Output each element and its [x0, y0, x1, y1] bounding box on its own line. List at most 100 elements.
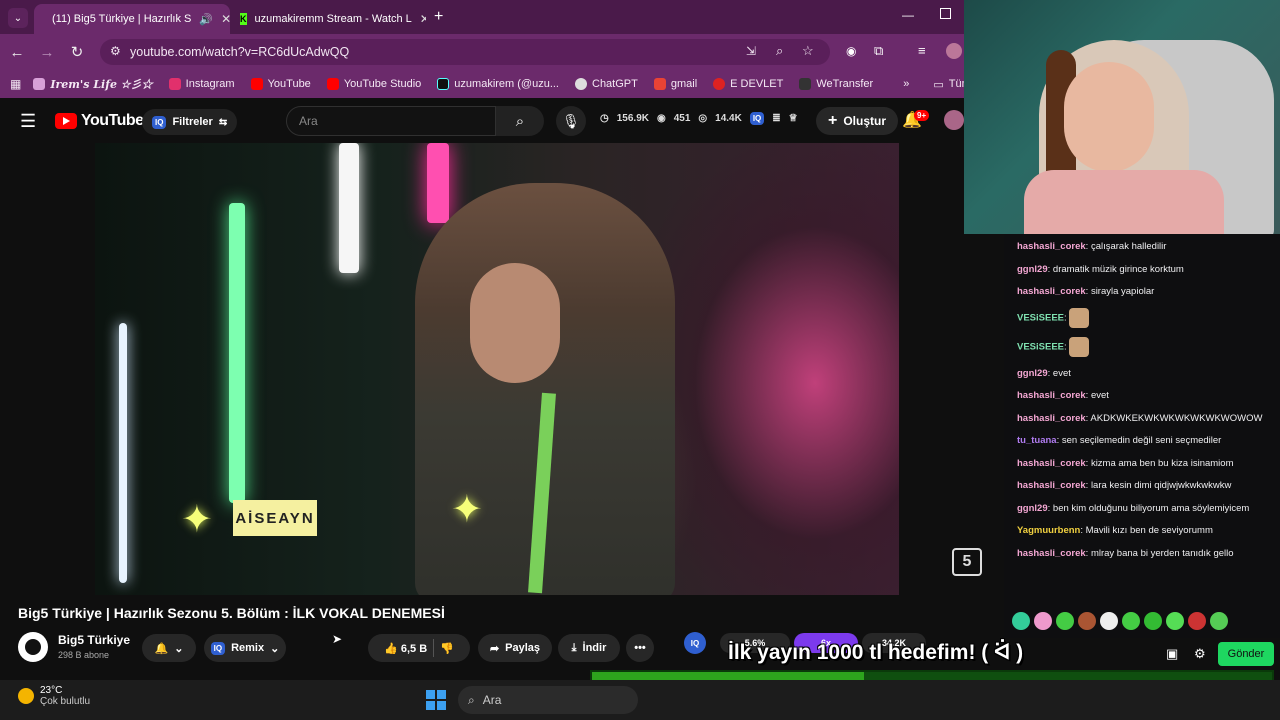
kick-icon: K	[240, 13, 247, 25]
bookmark-star-icon[interactable]: ☆	[802, 43, 814, 59]
channel-name[interactable]: Big5 Türkiye	[58, 633, 130, 647]
bookmark-instagram[interactable]: Instagram	[168, 78, 235, 90]
forward-icon[interactable]: →	[34, 44, 60, 61]
zoom-icon[interactable]: ⌕	[776, 43, 783, 59]
bookmark-wetransfer[interactable]: WeTransfer	[799, 78, 873, 90]
account-avatar[interactable]	[944, 110, 964, 130]
emote-icon[interactable]	[1166, 612, 1184, 630]
chat-message: VESiSEEE:	[1017, 337, 1272, 357]
more-bookmarks-icon[interactable]: »	[903, 78, 909, 90]
url-text: youtube.com/watch?v=RC6dUcAdwQQ	[130, 45, 350, 59]
tab-youtube[interactable]: (11) Big5 Türkiye | Hazırlık S 🔊 ✕	[34, 4, 230, 34]
trophy-icon[interactable]: ♕	[789, 113, 798, 124]
chat-username[interactable]: hashasli_corek	[1017, 241, 1086, 252]
video-stats: ◷ 156.9K ◉ 451 ◎ 14.4K IQ ≣ ♕	[600, 112, 798, 125]
filters-button[interactable]: IQ Filtreler ⇆	[142, 109, 238, 135]
reload-icon[interactable]: ↻	[64, 43, 90, 61]
bookmark-youtube-studio[interactable]: YouTube Studio	[326, 78, 421, 90]
bell-icon: 🔔	[154, 642, 169, 655]
profile-avatar[interactable]	[946, 43, 962, 59]
emote-icon[interactable]	[1056, 612, 1074, 630]
chat-username[interactable]: ggnl29	[1017, 503, 1048, 514]
bookmark-youtube[interactable]: YouTube	[250, 78, 311, 90]
emote-icon[interactable]	[1078, 612, 1096, 630]
channel-avatar[interactable]	[18, 632, 48, 662]
chat-username[interactable]: hashasli_corek	[1017, 286, 1086, 297]
bookmark-irems-life[interactable]: Irem's Life ☆彡☆	[33, 76, 153, 92]
youtube-logo[interactable]: YouTube TR	[55, 112, 156, 130]
chat-text: dramatik müzik girince korktum	[1052, 263, 1184, 275]
taskbar-search[interactable]: ⌕ Ara	[458, 686, 638, 714]
apps-icon[interactable]: ▦	[10, 77, 21, 91]
chat-username[interactable]: tu_tuana	[1017, 435, 1057, 446]
back-icon[interactable]: ←	[4, 44, 30, 61]
chat-username[interactable]: VESiSEEE	[1017, 312, 1064, 323]
send-button[interactable]: Gönder	[1218, 642, 1274, 666]
emote-icon[interactable]	[1034, 612, 1052, 630]
media-icon[interactable]: ≡	[918, 43, 926, 58]
dislike-icon[interactable]: 👎	[440, 642, 454, 655]
list-icon[interactable]: ≣	[772, 113, 780, 124]
tab-search-button[interactable]: ⌄	[8, 8, 28, 28]
more-actions-button[interactable]: •••	[626, 634, 654, 662]
chat-message: Yagmuurbenn: Mavili kızı ben de seviyoru…	[1017, 524, 1272, 537]
chat-panel: hashasli_corek: çalışarak halledilir ggnl…	[1004, 234, 1280, 638]
minimize-button[interactable]: —	[902, 8, 914, 22]
neon-light	[229, 203, 245, 503]
emote-icon[interactable]	[1012, 612, 1030, 630]
camera-icon[interactable]: ◉	[846, 44, 856, 58]
chat-username[interactable]: VESiSEEE	[1017, 342, 1064, 353]
bookmark-edevlet[interactable]: E DEVLET	[713, 78, 783, 90]
emote-icon[interactable]	[1122, 612, 1140, 630]
url-field[interactable]: ⚙ youtube.com/watch?v=RC6dUcAdwQQ ⇲ ⌕ ☆	[100, 39, 830, 65]
name-tag: AİSEAYN	[233, 500, 317, 536]
settings-icon[interactable]: ⚙	[1194, 646, 1206, 662]
download-button[interactable]: ⤓ İndir	[558, 634, 620, 662]
remix-button[interactable]: IQ Remix ⌄	[204, 634, 286, 662]
chat-username[interactable]: Yagmuurbenn	[1017, 525, 1080, 536]
emote-icon[interactable]	[1144, 612, 1162, 630]
site-info-icon[interactable]: ⚙	[110, 44, 121, 58]
install-icon[interactable]: ⇲	[746, 44, 756, 58]
subscribe-bell-button[interactable]: 🔔 ⌄	[142, 634, 196, 662]
chat-username[interactable]: hashasli_corek	[1017, 413, 1086, 424]
iq-icon[interactable]: IQ	[749, 112, 765, 125]
new-tab-button[interactable]: +	[434, 8, 443, 26]
maximize-button[interactable]	[940, 8, 951, 19]
chat-username[interactable]: ggnl29	[1017, 264, 1048, 275]
weather-widget[interactable]: 23°C Çok bulutlu	[18, 685, 90, 707]
gift-icon[interactable]: ▣	[1166, 646, 1178, 662]
iq-icon[interactable]: IQ	[684, 632, 706, 654]
search-button[interactable]: ⌕	[496, 106, 544, 136]
emote-icon[interactable]	[1188, 612, 1206, 630]
create-button[interactable]: + Oluştur	[816, 107, 899, 135]
channel-watermark[interactable]: 5	[952, 548, 982, 576]
chat-username[interactable]: hashasli_corek	[1017, 390, 1086, 401]
voice-search-button[interactable]: 🎙	[556, 106, 586, 136]
chat-text: evet	[1052, 367, 1071, 379]
video-player[interactable]: ✦ ✦ AİSEAYN	[95, 143, 899, 595]
chat-username[interactable]: hashasli_corek	[1017, 458, 1086, 469]
share-button[interactable]: ➦ Paylaş	[478, 634, 552, 662]
search-input[interactable]: Ara	[286, 106, 496, 136]
chat-messages: hashasli_corek: çalışarak halledilir ggnl…	[1017, 240, 1272, 560]
emote-icon[interactable]	[1100, 612, 1118, 630]
big5-logo	[25, 639, 41, 655]
windows-start-icon[interactable]	[426, 690, 446, 710]
close-icon[interactable]: ✕	[420, 12, 426, 26]
chat-username[interactable]: hashasli_corek	[1017, 480, 1086, 491]
cat-emote-icon	[1069, 307, 1090, 328]
bookmark-tiktok[interactable]: uzumakirem (@uzu...	[437, 78, 559, 90]
tab-kick[interactable]: K uzumakiremm Stream - Watch L ✕	[230, 4, 426, 34]
close-icon[interactable]: ✕	[221, 12, 230, 26]
emote-icon[interactable]	[1210, 612, 1228, 630]
bookmark-chatgpt[interactable]: ChatGPT	[575, 78, 638, 90]
chat-username[interactable]: hashasli_corek	[1017, 548, 1086, 559]
extensions-icon[interactable]: ⧉	[874, 43, 883, 59]
tab-youtube-label: (11) Big5 Türkiye | Hazırlık S	[52, 13, 192, 25]
menu-icon[interactable]: ☰	[20, 111, 36, 132]
like-button[interactable]: 👍 6,5 B	[384, 642, 427, 655]
chat-username[interactable]: ggnl29	[1017, 368, 1048, 379]
bookmark-gmail[interactable]: gmail	[653, 78, 697, 90]
chat-message: ggnl29: ben kim olduğunu biliyorum ama s…	[1017, 502, 1272, 515]
